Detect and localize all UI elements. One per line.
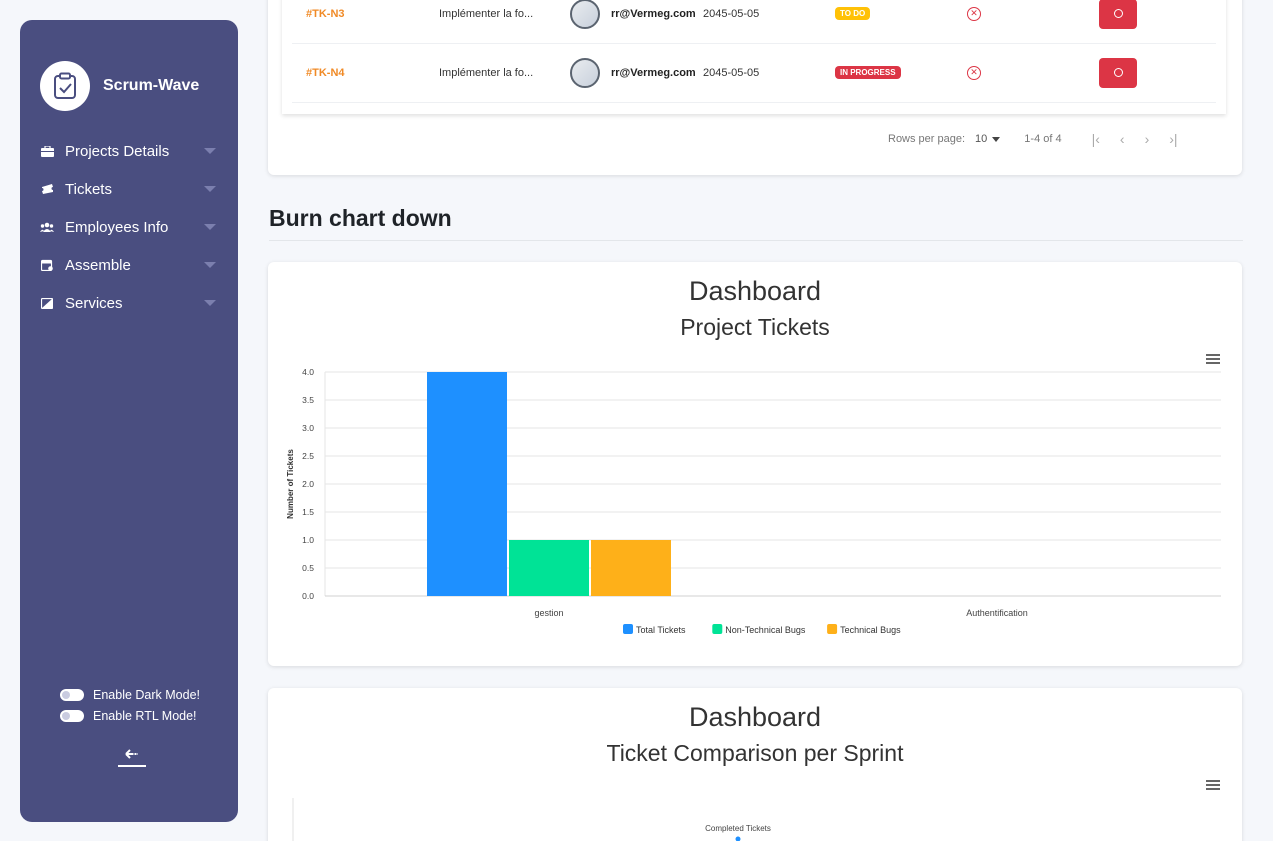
- status-badge: TO DO: [835, 7, 871, 20]
- x-tick-label: Authentification: [966, 608, 1028, 618]
- y-tick-label: 1.0: [302, 535, 314, 545]
- tickets-table: #TK-N3 Implémenter la fo... rr@Vermeg.co…: [282, 0, 1226, 114]
- project-tickets-bar-chart: 0.0 0.5 1.0 1.5 2.0 2.5 3.0 3.5 4.0 Number of Tic…: [286, 367, 1221, 635]
- sidebar-item-label: Tickets: [65, 180, 112, 198]
- y-tick-label: 2.0: [302, 479, 314, 489]
- sidebar: Scrum-Wave Projects Details Tickets Empl…: [20, 20, 238, 822]
- calendar-icon: [40, 258, 54, 272]
- next-page-icon[interactable]: ›: [1145, 131, 1150, 147]
- prev-page-icon[interactable]: ‹: [1120, 131, 1125, 147]
- rtl-mode-label: Enable RTL Mode!: [93, 708, 197, 723]
- bar-technical-bugs: [591, 540, 671, 596]
- sprint-comparison-chart-card: Dashboard Ticket Comparison per Sprint C…: [268, 688, 1242, 841]
- sidebar-item-tickets[interactable]: Tickets: [40, 170, 218, 208]
- x-tick-label: gestion: [534, 608, 563, 618]
- y-tick-label: 4.0: [302, 367, 314, 377]
- brand[interactable]: Scrum-Wave: [40, 61, 199, 111]
- rows-per-page-label: Rows per page:: [888, 133, 966, 145]
- sidebar-item-label: Employees Info: [65, 218, 169, 236]
- table-pagination: Rows per page: 10 1-4 of 4 |‹ ‹ › ›|: [888, 131, 1218, 147]
- dark-mode-toggle[interactable]: Enable Dark Mode!: [60, 684, 200, 705]
- alert-circle-icon: [1113, 68, 1123, 77]
- arrow-left-icon: [117, 746, 147, 773]
- ticket-action-button[interactable]: [1099, 0, 1137, 29]
- legend-label: Non-Technical Bugs: [725, 625, 806, 635]
- rtl-mode-switch[interactable]: [60, 709, 84, 722]
- ticket-description: Implémenter la fo...: [439, 7, 534, 20]
- sidebar-nav: Projects Details Tickets Employees Info …: [40, 132, 218, 322]
- table-row[interactable]: #TK-N4 Implémenter la fo... rr@Vermeg.co…: [292, 43, 1216, 103]
- legend-label: Technical Bugs: [840, 625, 901, 635]
- table-row[interactable]: #TK-N3 Implémenter la fo... rr@Vermeg.co…: [292, 0, 1216, 44]
- y-tick-label: 3.0: [302, 423, 314, 433]
- y-tick-label: 2.5: [302, 451, 314, 461]
- sidebar-item-projects-details[interactable]: Projects Details: [40, 132, 218, 170]
- ticket-date: 2045-05-05: [703, 7, 760, 20]
- last-page-icon[interactable]: ›|: [1169, 131, 1177, 147]
- ticket-assignee-email: rr@Vermeg.com: [611, 7, 696, 20]
- chevron-down-icon: [204, 224, 216, 230]
- clipboard-check-icon: [40, 61, 90, 111]
- ticket-assignee-email: rr@Vermeg.com: [611, 66, 696, 79]
- legend-marker: [712, 624, 723, 634]
- sidebar-item-assemble[interactable]: Assemble: [40, 246, 218, 284]
- sidebar-toggles: Enable Dark Mode! Enable RTL Mode!: [60, 684, 200, 726]
- alert-circle-icon: [1113, 9, 1123, 18]
- brand-name: Scrum-Wave: [103, 77, 200, 94]
- chart-annotation: Completed Tickets: [705, 824, 771, 833]
- chevron-down-icon: [204, 148, 216, 154]
- chevron-down-icon: [204, 186, 216, 192]
- avatar: [570, 57, 600, 88]
- cancel-circle-icon[interactable]: ✕: [967, 65, 981, 80]
- window-icon: [40, 296, 54, 310]
- tickets-table-card: #TK-N3 Implémenter la fo... rr@Vermeg.co…: [268, 0, 1242, 175]
- pagination-nav: |‹ ‹ › ›|: [1092, 131, 1178, 147]
- ticket-id[interactable]: #TK-N3: [306, 8, 345, 20]
- sidebar-item-label: Services: [65, 294, 123, 312]
- pagination-range: 1-4 of 4: [1024, 133, 1062, 145]
- sidebar-item-label: Assemble: [65, 256, 131, 274]
- ticket-description: Implémenter la fo...: [439, 66, 534, 79]
- bar-non-technical-bugs: [509, 540, 589, 596]
- legend-label: Total Tickets: [636, 625, 686, 635]
- ticket-action-button[interactable]: [1099, 57, 1137, 88]
- bar-total-tickets: [427, 372, 507, 596]
- collapse-sidebar-button[interactable]: [117, 747, 147, 771]
- dark-mode-label: Enable Dark Mode!: [93, 687, 201, 702]
- legend-marker: [623, 624, 633, 634]
- y-tick-label: 3.5: [302, 395, 314, 405]
- y-axis-title: Number of Tickets: [286, 449, 295, 519]
- sidebar-item-services[interactable]: Services: [40, 284, 218, 322]
- cancel-circle-icon[interactable]: ✕: [967, 6, 981, 21]
- status-badge: IN PROGRESS: [835, 66, 901, 79]
- section-title: Burn chart down: [269, 205, 452, 231]
- users-icon: [40, 220, 54, 234]
- chevron-down-icon: [204, 262, 216, 268]
- chevron-down-icon: [204, 300, 216, 306]
- rows-per-page-select[interactable]: 10: [975, 133, 1000, 145]
- y-tick-label: 1.5: [302, 507, 314, 517]
- sidebar-item-employees-info[interactable]: Employees Info: [40, 208, 218, 246]
- ticket-date: 2045-05-05: [703, 66, 760, 79]
- y-tick-label: 0.5: [302, 563, 314, 573]
- rtl-mode-toggle[interactable]: Enable RTL Mode!: [60, 705, 200, 726]
- sidebar-item-label: Projects Details: [65, 142, 170, 160]
- sprint-comparison-line-chart: Completed Tickets: [292, 798, 771, 841]
- briefcase-icon: [40, 144, 54, 158]
- y-tick-label: 0.0: [302, 591, 314, 601]
- first-page-icon[interactable]: |‹: [1092, 131, 1100, 147]
- section-divider: [269, 240, 1243, 241]
- ticket-icon: [40, 182, 54, 196]
- project-tickets-chart-card: Dashboard Project Tickets 0.0 0.5 1.0 1.5 2.…: [268, 262, 1242, 666]
- dark-mode-switch[interactable]: [60, 688, 84, 701]
- data-point: [735, 836, 741, 841]
- avatar: [570, 0, 600, 29]
- legend-marker: [827, 624, 838, 634]
- ticket-id[interactable]: #TK-N4: [306, 67, 345, 79]
